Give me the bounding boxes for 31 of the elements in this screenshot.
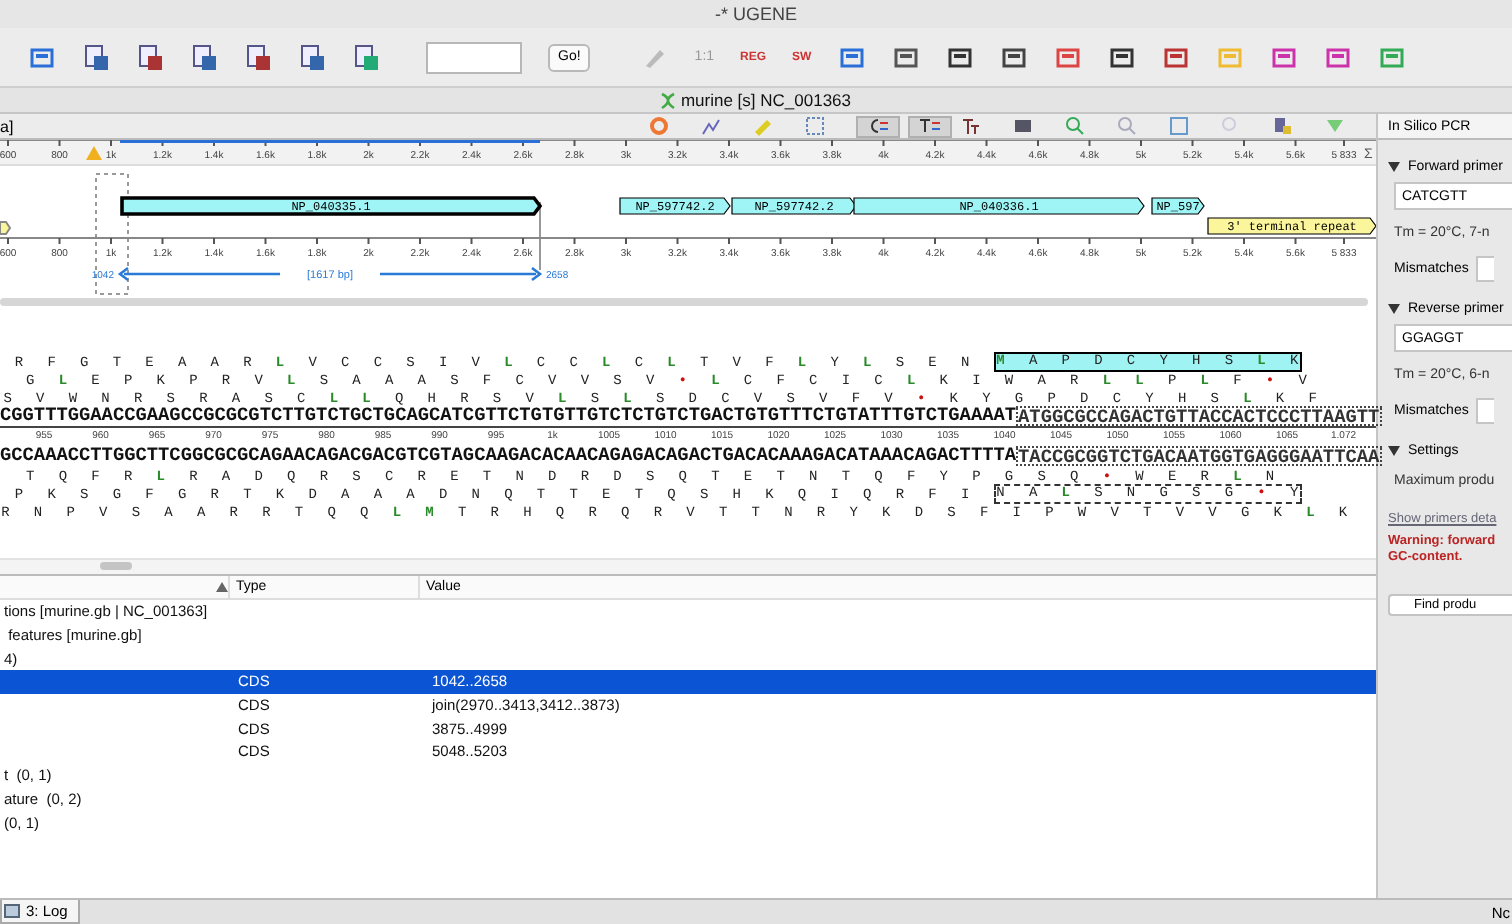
translation-icon [918, 118, 942, 134]
caret-icon[interactable] [1388, 162, 1400, 172]
sort-arrow-icon [216, 582, 228, 592]
feature-marker [0, 221, 12, 235]
zoom-in-icon[interactable] [1064, 116, 1086, 136]
dotted-square-icon[interactable] [804, 116, 826, 136]
layout-icon[interactable] [1272, 116, 1294, 136]
scrollbar[interactable] [0, 558, 1376, 574]
document-icon[interactable] [352, 43, 380, 71]
window-title: -* UGENE [714, 4, 797, 24]
view-title: a] [0, 117, 14, 135]
caret-icon[interactable] [1388, 304, 1400, 314]
search-field[interactable] [426, 41, 522, 73]
chart-icon[interactable] [700, 116, 722, 136]
font-icon[interactable] [960, 116, 982, 136]
translation-toggle[interactable] [908, 115, 952, 137]
panel-icon[interactable] [1012, 116, 1034, 136]
document-icon[interactable] [136, 43, 164, 71]
document-icon[interactable] [190, 43, 218, 71]
warning-icon [86, 146, 102, 160]
caret-icon[interactable] [1388, 446, 1400, 456]
document-title: murine [s] NC_001363 [680, 90, 852, 110]
document-icon[interactable] [298, 43, 326, 71]
ring-icon[interactable] [648, 116, 670, 136]
log-icon [4, 904, 20, 918]
zoom-fit-icon[interactable] [1168, 116, 1190, 136]
complement-icon [866, 118, 890, 134]
complement-toggle[interactable] [856, 115, 900, 137]
document-icon[interactable] [244, 43, 272, 71]
document-icon[interactable] [82, 43, 110, 71]
selection-frame [95, 173, 129, 295]
